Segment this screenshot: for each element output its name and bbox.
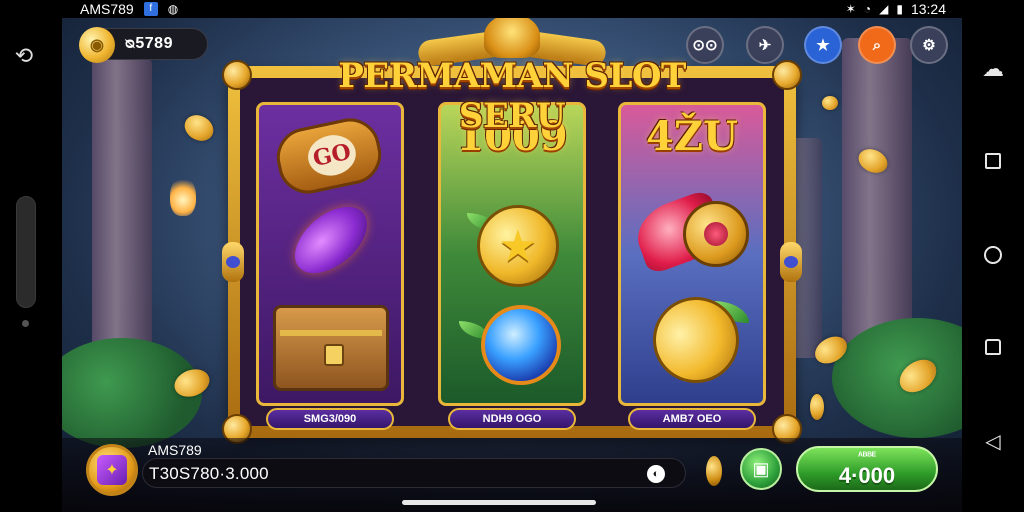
star-icon: ★: [816, 37, 830, 54]
battery-icon: ▮: [896, 2, 903, 16]
overview-button[interactable]: [980, 334, 1006, 360]
bet-field[interactable]: T30S780·3.000 ◐: [142, 458, 686, 488]
avatar-icon: ✦: [97, 455, 127, 485]
corner-ornament: [222, 60, 252, 90]
menu-icon: ⊙⊙: [692, 37, 718, 54]
barrel-label: GO: [304, 130, 360, 180]
cloud-icon[interactable]: ☁: [980, 56, 1006, 82]
side-panel-handle[interactable]: [16, 196, 36, 308]
game-view: ◉ ᴓ5789 ⊙⊙ ✈ ★ ⌕ ⚙ GO 1009 ★ 4ŽU SMG3/09…: [62, 18, 962, 512]
phone-screen: ⟲ AMS789 f ◍ ✶ ◔ ◢ ▮ 13:24 ◉ ᴓ5789 ⊙⊙ ✈ …: [0, 0, 1024, 512]
alarm-icon: ◔: [863, 2, 872, 16]
spin-button[interactable]: ᴬᴮᴮᴱ 4·000: [796, 446, 938, 492]
corner-ornament: [772, 60, 802, 90]
search-icon: ⌕: [872, 36, 882, 54]
bottom-bar: ✦ AMS789 T30S780·3.000 ◐ ▣ ᴬᴮᴮᴱ 4·000: [62, 438, 962, 512]
blue-orb-symbol: [481, 305, 561, 385]
avatar[interactable]: ✦: [86, 444, 138, 496]
reel-1-name: SMG3/090: [266, 408, 394, 430]
balance-display[interactable]: ◉ ᴓ5789: [79, 27, 208, 63]
side-dot: [22, 320, 29, 327]
gold-coin-symbol: [638, 282, 754, 398]
plane-button[interactable]: ✈: [746, 26, 784, 64]
left-bezel: ⟲: [0, 0, 62, 512]
reel-3[interactable]: 4ŽU: [618, 102, 766, 406]
reel-2-name: NDH9 OGO: [448, 408, 576, 430]
purple-gem-symbol: [282, 193, 380, 287]
game-icon: ◍: [167, 2, 179, 16]
player-name: AMS789: [148, 442, 202, 458]
circle-icon: [984, 246, 1002, 264]
bet-value: T30S780·3.000: [149, 464, 269, 483]
plane-icon: ✈: [758, 37, 772, 54]
star-coin-symbol: ★: [477, 205, 559, 287]
barrel-symbol: GO: [271, 112, 387, 200]
rotate-screen-icon[interactable]: ⟲: [10, 42, 38, 70]
floating-coin: [180, 110, 218, 146]
settings-button[interactable]: ⚙: [910, 26, 948, 64]
back-button[interactable]: ◁: [980, 428, 1006, 454]
back-triangle-icon: ◁: [985, 430, 1001, 453]
spin-button-value: 4·000: [838, 463, 896, 488]
side-ornament: [222, 242, 244, 282]
reel-3-value: 4ŽU: [646, 113, 738, 160]
floating-coin: [810, 394, 824, 420]
balance-value: ᴓ5789: [125, 35, 173, 52]
reel-1[interactable]: GO: [256, 102, 404, 406]
signal-icon: ◢: [879, 2, 889, 16]
status-time: 13:24: [910, 1, 946, 17]
favorite-button[interactable]: ★: [804, 26, 842, 64]
game-title: PERMAMAN SLOT SERU: [338, 56, 686, 136]
gear-icon: ⚙: [922, 37, 936, 54]
navigation-bar: ☁ ◁: [962, 0, 1024, 512]
left-pillar: [92, 58, 152, 358]
side-ornament: [780, 242, 802, 282]
treasure-chest-symbol: [273, 305, 389, 391]
bluetooth-icon: ✶: [845, 2, 856, 16]
reel-2[interactable]: 1009 ★: [438, 102, 586, 406]
floating-coin: [822, 96, 838, 110]
gift-button[interactable]: ▣: [740, 448, 782, 490]
reel-3-name: AMB7 OEO: [628, 408, 756, 430]
torch-icon: [170, 176, 196, 216]
search-button[interactable]: ⌕: [858, 26, 896, 64]
coin-icon: [706, 456, 722, 486]
gold-ring-symbol: [683, 201, 749, 267]
square-icon: [985, 153, 1001, 169]
status-app-label: AMS789: [80, 1, 134, 17]
bet-info-icon[interactable]: ◐: [647, 465, 665, 483]
notification-icon: f: [143, 2, 158, 16]
right-pillar: [842, 38, 912, 358]
home-shape-icon: [985, 339, 1001, 355]
recents-button[interactable]: [980, 148, 1006, 174]
home-button[interactable]: [980, 242, 1006, 268]
status-bar: AMS789 f ◍ ✶ ◔ ◢ ▮ 13:24: [62, 0, 962, 18]
gift-icon: ▣: [752, 458, 770, 479]
home-indicator[interactable]: [402, 500, 596, 505]
title-crest-icon: [484, 18, 540, 58]
coin-icon: ◉: [79, 27, 115, 63]
spin-button-caption: ᴬᴮᴮᴱ: [857, 451, 877, 462]
